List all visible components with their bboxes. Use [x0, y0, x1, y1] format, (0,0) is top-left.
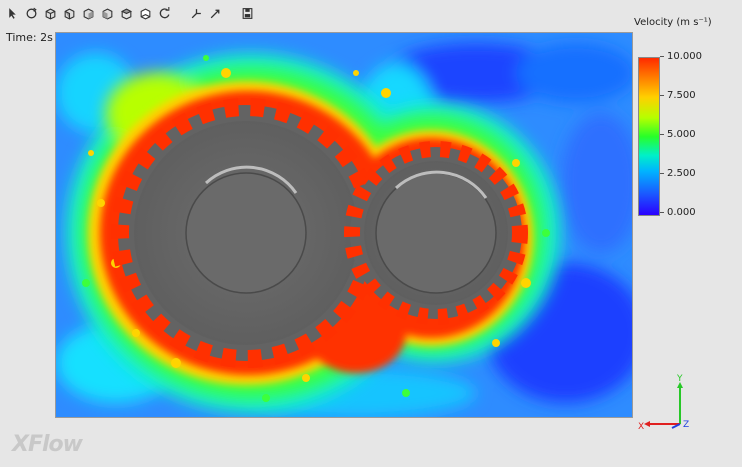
- small-gear: [344, 141, 528, 325]
- save-icon[interactable]: [239, 5, 255, 21]
- rotate-icon[interactable]: [23, 5, 39, 21]
- view-front-icon[interactable]: [42, 5, 58, 21]
- axis-y-label: Y: [677, 374, 683, 384]
- legend-title: Velocity (m s⁻¹): [634, 17, 712, 28]
- axis-x-label: X: [638, 422, 645, 432]
- xflow-logo: XFlow: [12, 432, 83, 457]
- view-back-icon[interactable]: [61, 5, 77, 21]
- reset-view-icon[interactable]: [156, 5, 172, 21]
- legend-tick-label: 7.500: [660, 90, 696, 101]
- legend-tick-label: 10.000: [660, 51, 702, 62]
- time-label: Time: 2s: [6, 31, 53, 44]
- pan-icon[interactable]: [188, 5, 204, 21]
- view-toolbar: [4, 4, 255, 22]
- select-icon[interactable]: [4, 5, 20, 21]
- legend-tick-label: 5.000: [660, 129, 696, 140]
- view-top-icon[interactable]: [118, 5, 134, 21]
- velocity-field: [56, 33, 632, 417]
- large-gear: [111, 98, 381, 368]
- zoom-icon[interactable]: [207, 5, 223, 21]
- axis-z-label: Z: [683, 420, 690, 430]
- legend-color-bar: [638, 57, 660, 216]
- axes-triad: Y X Z: [636, 372, 696, 434]
- simulation-viewport[interactable]: [55, 32, 633, 418]
- view-bottom-icon[interactable]: [137, 5, 153, 21]
- view-right-icon[interactable]: [99, 5, 115, 21]
- view-left-icon[interactable]: [80, 5, 96, 21]
- legend-tick-label: 2.500: [660, 168, 696, 179]
- legend-tick-label: 0.000: [660, 207, 696, 218]
